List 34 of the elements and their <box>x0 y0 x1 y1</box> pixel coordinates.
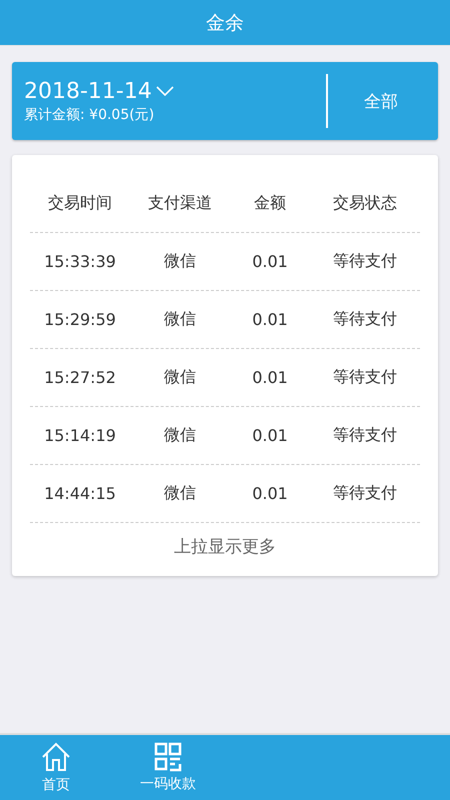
table-cell-text: 等待支付 <box>332 483 398 504</box>
table-cell-text: 微信 <box>163 425 197 446</box>
table-cell-text: 微信 <box>163 367 197 388</box>
column-header: 金额 <box>253 193 287 214</box>
tab-item[interactable]: 一码收款 <box>112 735 224 800</box>
qr-code-icon <box>154 742 182 772</box>
chevron-down-icon <box>156 86 174 96</box>
table-cell-text: 15:29:59 <box>43 310 117 329</box>
filter-button[interactable]: 全部 <box>328 88 438 114</box>
column-header: 交易状态 <box>332 193 398 214</box>
table-cell-text: 微信 <box>163 309 197 330</box>
table-cell-text: 等待支付 <box>332 367 398 388</box>
table-cell-text: 微信 <box>163 251 197 272</box>
table-cell-text: 等待支付 <box>332 309 398 330</box>
page-title: 金余 <box>206 10 244 36</box>
home-icon <box>40 741 72 773</box>
table-cell-text: 等待支付 <box>332 425 398 446</box>
table-cell-text: 0.01 <box>251 310 289 329</box>
tab-item[interactable]: 首页 <box>0 735 112 800</box>
load-more-hint: 上拉显示更多 <box>173 536 277 558</box>
table-cell-text: 微信 <box>163 483 197 504</box>
table-cell-text: 14:44:15 <box>43 484 117 503</box>
total-amount: 累计金额: ¥0.05(元) <box>24 106 156 124</box>
table-cell-text: 15:27:52 <box>43 368 117 387</box>
table-cell-text: 0.01 <box>251 426 289 445</box>
table-cell-text: 15:33:39 <box>43 252 117 271</box>
date-picker[interactable]: 2018-11-14 <box>24 78 326 104</box>
column-header: 交易时间 <box>47 193 113 214</box>
table-cell-text: 0.01 <box>251 368 289 387</box>
table-cell-text: 15:14:19 <box>43 426 117 445</box>
table-cell-text: 0.01 <box>251 484 289 503</box>
table-cell-text: 等待支付 <box>332 251 398 272</box>
column-header: 支付渠道 <box>147 193 213 214</box>
table-cell-text: 0.01 <box>251 252 289 271</box>
